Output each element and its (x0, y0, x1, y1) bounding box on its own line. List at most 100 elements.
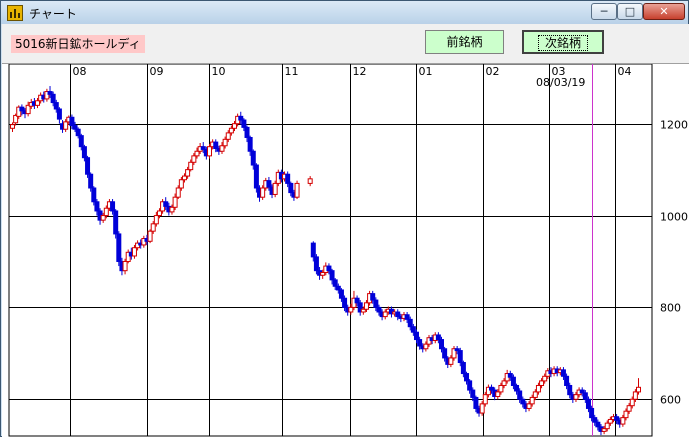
candle-body (567, 384, 573, 396)
x-tick-label: 04 (618, 65, 632, 78)
candle-body (72, 125, 78, 130)
candle-body (435, 334, 441, 341)
candle-body (110, 201, 116, 212)
candle-body (194, 150, 200, 157)
candle-body (604, 422, 610, 430)
candle-body (520, 398, 526, 405)
candlestick-chart[interactable]: 1200 1000 800 600 08 09 10 11 12 01 02 03 04 08/03/19 (2, 64, 689, 437)
candle-body (410, 326, 416, 333)
candle-body (464, 373, 470, 382)
candle-body (188, 161, 194, 171)
maximize-icon: □ (624, 5, 636, 18)
candle-body (517, 390, 523, 400)
candle-body (169, 206, 175, 213)
candle-body (56, 108, 62, 120)
maximize-button[interactable]: □ (617, 3, 643, 20)
candle-body (542, 375, 548, 382)
candle-body (585, 398, 591, 409)
candle-body (53, 102, 59, 110)
candle-body (222, 138, 228, 147)
candle-body (335, 285, 341, 291)
x-tick-label: 09 (150, 65, 164, 78)
candle-body (348, 306, 354, 313)
candle-body (50, 93, 56, 104)
candle-body (532, 391, 538, 398)
plot-frame (8, 64, 653, 437)
candle-body (253, 164, 259, 189)
candle-body (448, 357, 454, 365)
cursor-date-label: 08/03/19 (536, 76, 585, 89)
candle-body (442, 348, 448, 359)
candle-body (363, 302, 369, 310)
chart-app-icon (7, 5, 23, 21)
candle-body (376, 306, 382, 313)
candle-body (241, 119, 247, 128)
candle-body (213, 141, 219, 150)
candle-body (592, 417, 598, 423)
candle-body (185, 169, 191, 177)
candle-body (150, 223, 156, 232)
candle-body (495, 391, 501, 398)
candle-body (247, 136, 253, 152)
candle-body (423, 343, 429, 350)
candle-body (266, 180, 272, 188)
candle-body (395, 311, 401, 318)
candle-body (260, 187, 266, 198)
candle-body (191, 155, 197, 163)
candle-body (172, 196, 178, 208)
x-tick-label: 02 (486, 65, 500, 78)
candle-body (250, 150, 256, 166)
candle-body (94, 201, 100, 212)
candle-body (510, 376, 516, 386)
candle-body (219, 145, 225, 152)
candle-body (285, 173, 291, 184)
candle-body (370, 293, 376, 301)
candle-body (272, 182, 278, 195)
window-title: チャート (29, 7, 77, 21)
candle-body (620, 417, 626, 425)
candle-body (206, 146, 212, 157)
candle-body (163, 201, 169, 207)
candle-body (178, 179, 184, 189)
candle-body (629, 398, 635, 407)
candle-body (560, 369, 566, 377)
chart-window: チャート ─ □ ✕ 5016新日鉱ホールディ 前銘柄 次銘柄 1200 1000… (0, 0, 689, 437)
candle-body (473, 396, 479, 409)
candle-body (564, 375, 570, 386)
next-stock-button[interactable]: 次銘柄 (522, 30, 604, 54)
candle-body (417, 339, 423, 347)
candle-body (35, 100, 41, 106)
candle-body (338, 289, 344, 299)
candle-body (373, 299, 379, 308)
title-bar[interactable]: チャート ─ □ ✕ (1, 1, 688, 24)
candle-body (514, 384, 520, 392)
candle-body (181, 175, 187, 181)
candle-body (228, 127, 234, 134)
candle-body (614, 416, 620, 421)
candle-body (501, 380, 507, 386)
candle-body (100, 215, 106, 221)
candle-body (460, 362, 466, 375)
candle-body (156, 210, 162, 217)
stock-name-label: 5016新日鉱ホールディ (11, 35, 145, 53)
x-tick-label: 12 (353, 65, 367, 78)
candle-body (354, 297, 360, 304)
candle-body (69, 116, 75, 127)
minimize-button[interactable]: ─ (591, 3, 617, 20)
close-button[interactable]: ✕ (643, 3, 685, 20)
candle-body (19, 106, 25, 112)
candle-body (225, 132, 231, 140)
x-tick-label: 01 (419, 65, 433, 78)
candle-body (626, 405, 632, 412)
candle-body (382, 311, 388, 318)
candle-body (288, 182, 294, 194)
candle-body (636, 386, 641, 393)
candle-body (439, 339, 445, 350)
candle-body (595, 421, 601, 428)
candle-body (573, 394, 579, 400)
candle-body (498, 384, 504, 393)
candle-body (470, 389, 476, 398)
candle-body (529, 396, 535, 405)
prev-stock-button[interactable]: 前銘柄 (425, 30, 504, 54)
candle-body (332, 279, 338, 287)
